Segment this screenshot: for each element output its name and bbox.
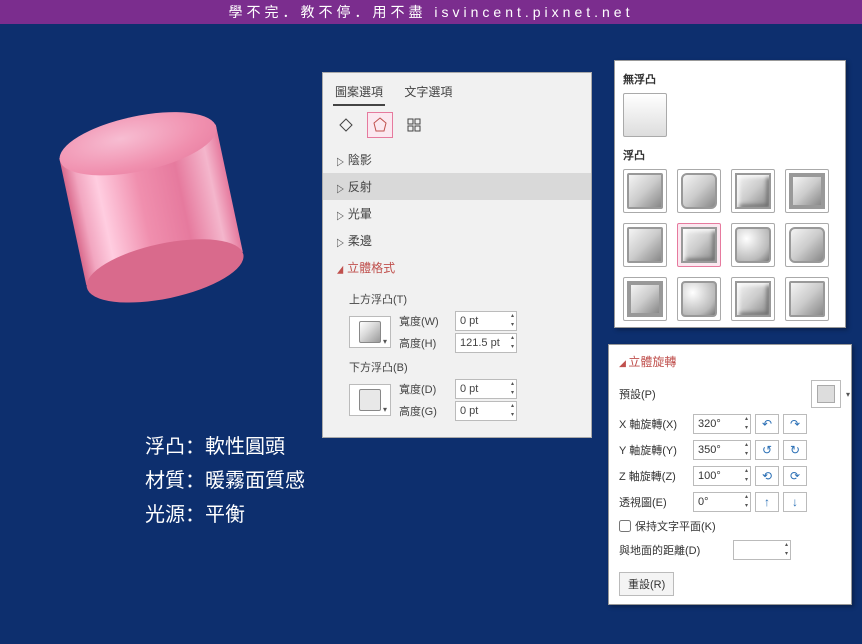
perspective-label: 透視圖(E)	[619, 494, 689, 510]
bottom-width-spinner[interactable]: 0 pt	[455, 379, 517, 399]
bevel-preset-1[interactable]	[623, 169, 667, 213]
bevel-preset-12[interactable]	[785, 277, 829, 321]
bevel-preset-3[interactable]	[731, 169, 775, 213]
annotation-lighting: 光源：平衡	[145, 498, 305, 532]
bottom-height-spinner[interactable]: 0 pt	[455, 401, 517, 421]
annotation-material: 材質：暖霧面質感	[145, 464, 305, 498]
perspective-up-button[interactable]: ↑	[755, 492, 779, 512]
bevel-preset-7[interactable]	[731, 223, 775, 267]
y-rotation-spinner[interactable]: 350°	[693, 440, 751, 460]
bottom-bevel-label: 下方浮凸(B)	[349, 359, 573, 375]
reset-button[interactable]: 重設(R)	[619, 572, 674, 596]
no-bevel-header: 無浮凸	[623, 71, 837, 87]
tab-pattern-options[interactable]: 圖案選項	[333, 79, 385, 106]
z-rotate-left-button[interactable]: ⟲	[755, 466, 779, 486]
z-rotate-right-button[interactable]: ⟳	[783, 466, 807, 486]
rotation-preset-dropdown[interactable]	[811, 380, 841, 408]
bevel-preset-11[interactable]	[731, 277, 775, 321]
tab-text-options[interactable]: 文字選項	[402, 79, 454, 104]
section-reflection[interactable]: 反射	[323, 173, 591, 200]
bevel-preset-2[interactable]	[677, 169, 721, 213]
bevel-preset-8[interactable]	[785, 223, 829, 267]
y-rotate-left-button[interactable]: ↺	[755, 440, 779, 460]
section-glow[interactable]: 光暈	[323, 200, 591, 227]
top-height-spinner[interactable]: 121.5 pt	[455, 333, 517, 353]
annotation-bevel: 浮凸：軟性圓頭	[145, 430, 305, 464]
preset-label: 預設(P)	[619, 386, 689, 402]
top-width-spinner[interactable]: 0 pt	[455, 311, 517, 331]
annotation-text: 浮凸：軟性圓頭 材質：暖霧面質感 光源：平衡	[145, 430, 305, 532]
bevel-preset-4[interactable]	[785, 169, 829, 213]
distance-label: 與地面的距離(D)	[619, 542, 729, 558]
rotation-title[interactable]: 立體旋轉	[619, 353, 841, 370]
bevel-preset-palette: 無浮凸 浮凸	[614, 60, 846, 328]
height-g-label: 高度(G)	[399, 403, 447, 419]
bevel-preset-6[interactable]	[677, 223, 721, 267]
y-rotation-label: Y 軸旋轉(Y)	[619, 442, 689, 458]
bottom-bevel-dropdown[interactable]	[349, 384, 391, 416]
perspective-down-button[interactable]: ↓	[783, 492, 807, 512]
z-rotation-spinner[interactable]: 100°	[693, 466, 751, 486]
distance-spinner[interactable]	[733, 540, 791, 560]
width-label: 寬度(W)	[399, 313, 447, 329]
bevel-none[interactable]	[623, 93, 667, 137]
section-shadow[interactable]: 陰影	[323, 146, 591, 173]
bevel-preset-10[interactable]	[677, 277, 721, 321]
bevel-header: 浮凸	[623, 147, 837, 163]
bevel-preset-9[interactable]	[623, 277, 667, 321]
title-bar: 學不完．教不停．用不盡 isvincent.pixnet.net	[0, 0, 862, 24]
bevel-preset-5[interactable]	[623, 223, 667, 267]
height-label: 高度(H)	[399, 335, 447, 351]
top-bevel-dropdown[interactable]	[349, 316, 391, 348]
rotation-panel: 立體旋轉 預設(P) X 軸旋轉(X) 320° ↶ ↷ Y 軸旋轉(Y) 35…	[608, 344, 852, 605]
section-softedge[interactable]: 柔邊	[323, 227, 591, 254]
format-shape-panel: 圖案選項 文字選項 陰影 反射 光暈 柔邊 立體格式 上方浮凸(T) 寬度(W)…	[322, 72, 592, 438]
x-rotate-left-button[interactable]: ↶	[755, 414, 779, 434]
depth-label: 寬度(D)	[399, 381, 447, 397]
top-bevel-label: 上方浮凸(T)	[349, 291, 573, 307]
fill-line-icon[interactable]	[333, 112, 359, 138]
shape-preview	[60, 110, 300, 350]
x-rotate-right-button[interactable]: ↷	[783, 414, 807, 434]
keep-text-flat-label: 保持文字平面(K)	[635, 518, 716, 534]
size-properties-icon[interactable]	[401, 112, 427, 138]
x-rotation-spinner[interactable]: 320°	[693, 414, 751, 434]
y-rotate-right-button[interactable]: ↻	[783, 440, 807, 460]
keep-text-flat-checkbox[interactable]	[619, 520, 631, 532]
effects-icon[interactable]	[367, 112, 393, 138]
perspective-spinner[interactable]: 0°	[693, 492, 751, 512]
z-rotation-label: Z 軸旋轉(Z)	[619, 468, 689, 484]
x-rotation-label: X 軸旋轉(X)	[619, 416, 689, 432]
section-3d-format[interactable]: 立體格式	[323, 254, 591, 281]
